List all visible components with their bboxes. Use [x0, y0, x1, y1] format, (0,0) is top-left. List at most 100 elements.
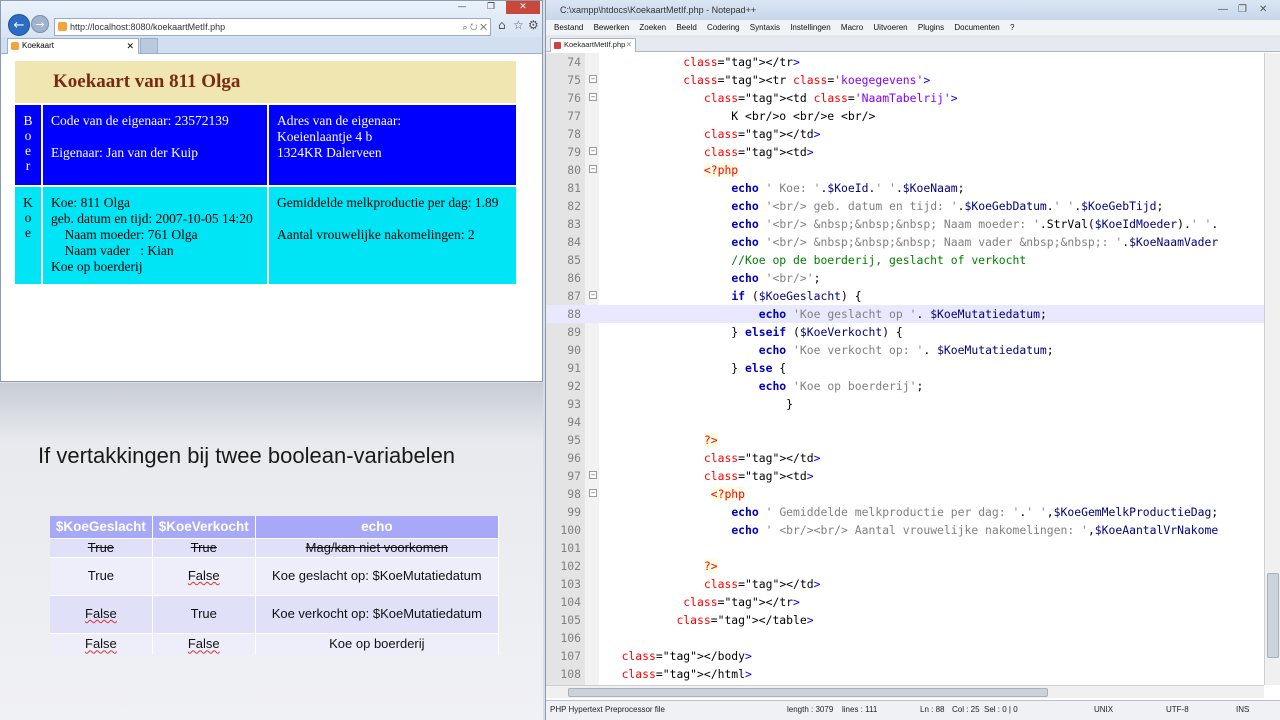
code-line[interactable]: 108 class="tag"></html> [546, 665, 1266, 683]
close-icon[interactable]: ✕ [1259, 0, 1267, 20]
line-number: 92 [567, 379, 581, 393]
line-number: 89 [567, 325, 581, 339]
code-line[interactable]: 101 [546, 539, 1266, 557]
tab-close-icon[interactable]: ✕ [626, 39, 632, 51]
code-line[interactable]: 93 } [546, 395, 1266, 413]
hscroll-thumb[interactable] [568, 688, 1048, 697]
code-line[interactable]: 91 } else { [546, 359, 1266, 377]
file-tab[interactable]: KoekaartMetIf.php ✕ [550, 38, 636, 52]
fold-toggle-icon[interactable]: − [589, 75, 597, 83]
code-line[interactable]: 95 ?> [546, 431, 1266, 449]
settings-gear-icon[interactable]: ⚙ [528, 18, 539, 32]
menu-plugins[interactable]: Plugins [918, 20, 944, 35]
horizontal-scrollbar[interactable] [546, 685, 1264, 698]
header-koegeslacht: $KoeGeslacht [50, 516, 153, 538]
line-number: 95 [567, 433, 581, 447]
fold-toggle-icon[interactable]: − [589, 291, 597, 299]
code-line[interactable]: 97− class="tag"><td> [546, 467, 1266, 485]
code-line[interactable]: 92 echo 'Koe op boerderij'; [546, 377, 1266, 395]
code-line[interactable]: 94 [546, 413, 1266, 431]
menu-help[interactable]: ? [1010, 20, 1014, 35]
code-line[interactable]: 76− class="tag"><td class='NaamTabelrij'… [546, 89, 1266, 107]
line-number: 79 [567, 145, 581, 159]
code-line[interactable]: 74 class="tag"></tr> [546, 53, 1266, 71]
code-line[interactable]: 106 [546, 629, 1266, 647]
forward-button[interactable]: → [31, 15, 49, 33]
code-text: <?php [710, 487, 746, 501]
code-text: echo ' Koe: '.$KoeId.' '.$KoeNaam; [731, 181, 965, 195]
menu-beeld[interactable]: Beeld [676, 20, 696, 35]
menu-zoeken[interactable]: Zoeken [639, 20, 666, 35]
code-line[interactable]: 89 } elseif ($KoeVerkocht) { [546, 323, 1266, 341]
address-bar[interactable]: http://localhost:8080/koekaartMetIf.php … [54, 18, 491, 36]
vertical-scrollbar[interactable] [1264, 53, 1280, 685]
code-line[interactable]: 96 class="tag"></td> [546, 449, 1266, 467]
code-line[interactable]: 75− class="tag"><tr class='koegegevens'> [546, 71, 1266, 89]
new-tab-button[interactable] [140, 38, 158, 54]
code-line[interactable]: 87− if ($KoeGeslacht) { [546, 287, 1266, 305]
fold-toggle-icon[interactable]: − [589, 93, 597, 101]
code-line[interactable]: 80− <?php [546, 161, 1266, 179]
menu-macro[interactable]: Macro [841, 20, 863, 35]
maximize-icon[interactable]: ❐ [477, 1, 505, 14]
back-button[interactable]: ← [8, 14, 30, 36]
favorites-star-icon[interactable]: ☆ [513, 18, 524, 32]
code-line[interactable]: 100 echo ' <br/><br/> Aantal vrouwelijke… [546, 521, 1266, 539]
code-line[interactable]: 98− <?php [546, 485, 1266, 503]
maximize-icon[interactable]: ❐ [1238, 0, 1247, 20]
browser-tab[interactable]: Koekaart ✕ [7, 38, 139, 54]
refresh-icon[interactable]: ↻ [470, 22, 478, 32]
home-icon[interactable]: ⌂ [498, 18, 506, 32]
code-line[interactable]: 102 ?> [546, 557, 1266, 575]
menu-bestand[interactable]: Bestand [554, 20, 583, 35]
search-icon[interactable]: ⌕ [462, 22, 467, 32]
address-text: http://localhost:8080/koekaartMetIf.php [70, 22, 226, 32]
code-line[interactable]: 88 echo 'Koe geslacht op '. $KoeMutatied… [546, 305, 1266, 323]
menu-codering[interactable]: Codering [707, 20, 739, 35]
code-line[interactable]: 82 echo '<br/> geb. datum en tijd: '.$Ko… [546, 197, 1266, 215]
fold-toggle-icon[interactable]: − [589, 471, 597, 479]
line-number: 94 [567, 415, 581, 429]
line-number: 102 [560, 559, 581, 573]
vscroll-thumb[interactable] [1267, 573, 1279, 658]
code-line[interactable]: 105 class="tag"></table> [546, 611, 1266, 629]
minimize-icon[interactable]: — [448, 1, 476, 14]
line-number: 78 [567, 127, 581, 141]
code-line[interactable]: 81 echo ' Koe: '.$KoeId.' '.$KoeNaam; [546, 179, 1266, 197]
code-line[interactable]: 99 echo ' Gemiddelde melkproductie per d… [546, 503, 1266, 521]
fold-toggle-icon[interactable]: − [589, 147, 597, 155]
close-icon[interactable]: ✕ [480, 22, 487, 32]
code-line[interactable]: 103 class="tag"></td> [546, 575, 1266, 593]
code-line[interactable]: 78 class="tag"></td> [546, 125, 1266, 143]
close-icon[interactable]: ✕ [506, 1, 540, 14]
line-number: 99 [567, 505, 581, 519]
line-number: 101 [560, 541, 581, 555]
code-line[interactable]: 85 //Koe op de boerderij, geslacht of ve… [546, 251, 1266, 269]
line-number: 75 [567, 73, 581, 87]
menu-uitvoeren[interactable]: Uitvoeren [873, 20, 907, 35]
tab-close-icon[interactable]: ✕ [126, 39, 134, 53]
table-row: True True Mag/kan niet voorkomen [50, 537, 500, 557]
code-line[interactable]: 90 echo 'Koe verkocht op: '. $KoeMutatie… [546, 341, 1266, 359]
code-line[interactable]: 84 echo '<br/> &nbsp;&nbsp;&nbsp; Naam v… [546, 233, 1266, 251]
code-line[interactable]: 104 class="tag"></tr> [546, 593, 1266, 611]
koe-row: K o e Koe: 811 Olga geb. datum en tijd: … [15, 187, 516, 284]
line-number: 87 [567, 289, 581, 303]
code-line[interactable]: 86 echo '<br/>'; [546, 269, 1266, 287]
fold-toggle-icon[interactable]: − [589, 489, 597, 497]
presentation-slide: If vertakkingen bij twee boolean-variabe… [0, 383, 543, 720]
code-line[interactable]: 79− class="tag"><td> [546, 143, 1266, 161]
menu-instellingen[interactable]: Instellingen [790, 20, 830, 35]
notepadpp-window: C:\xampp\htdocs\KoekaartMetIf.php - Note… [545, 0, 1280, 720]
menu-syntaxis[interactable]: Syntaxis [750, 20, 780, 35]
line-number: 91 [567, 361, 581, 375]
menu-bewerken[interactable]: Bewerken [594, 20, 630, 35]
fold-toggle-icon[interactable]: − [589, 165, 597, 173]
menu-documenten[interactable]: Documenten [954, 20, 999, 35]
code-line[interactable]: 107 class="tag"></body> [546, 647, 1266, 665]
minimize-icon[interactable]: — [1218, 0, 1228, 20]
code-editor[interactable]: 74 class="tag"></tr> 75− class="tag"><tr … [546, 53, 1280, 685]
file-tab-label: KoekaartMetIf.php [564, 40, 626, 49]
code-line[interactable]: 77 K <br/>o <br/>e <br/> [546, 107, 1266, 125]
code-line[interactable]: 83 echo '<br/> &nbsp;&nbsp;&nbsp; Naam m… [546, 215, 1266, 233]
